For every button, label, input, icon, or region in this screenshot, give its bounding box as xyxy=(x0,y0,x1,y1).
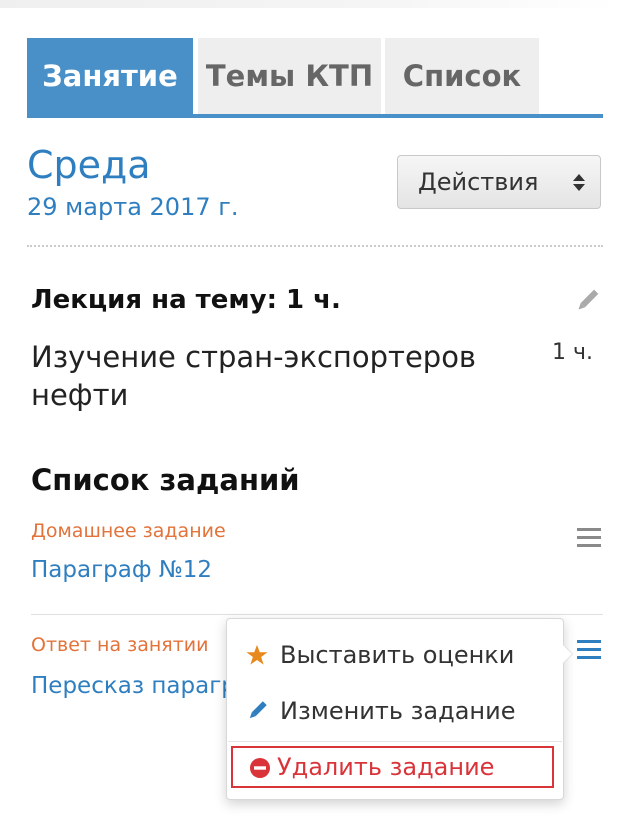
edit-task-menu-item[interactable]: Изменить задание xyxy=(228,689,562,733)
tab-list[interactable]: Список xyxy=(385,38,539,114)
set-grades-menu-item[interactable]: Выставить оценки xyxy=(228,633,562,677)
hamburger-menu-icon[interactable] xyxy=(577,528,601,548)
lecture-title: Лекция на тему: 1 ч. xyxy=(31,285,341,315)
edit-task-label: Изменить задание xyxy=(280,697,516,725)
star-icon xyxy=(246,644,268,665)
task-type: Домашнее задание xyxy=(31,520,226,542)
dropdown-pointer xyxy=(562,644,572,664)
top-shade xyxy=(0,0,618,8)
actions-button-label: Действия xyxy=(418,168,539,196)
lecture-hours: 1 ч. xyxy=(552,340,593,365)
tab-underline xyxy=(27,114,603,118)
delete-task-label: Удалить задание xyxy=(277,753,495,781)
task-name-link[interactable]: Параграф №12 xyxy=(31,554,212,586)
day-of-week: Среда xyxy=(27,143,151,187)
task-separator xyxy=(31,614,603,615)
task-name-link[interactable]: Пересказ параграфа xyxy=(31,670,231,702)
sort-caret-icon xyxy=(573,174,585,191)
dropdown-divider xyxy=(228,741,562,742)
pencil-icon xyxy=(249,701,267,719)
minus-circle-icon xyxy=(250,758,270,778)
section-divider xyxy=(27,245,603,247)
edit-pencil-icon[interactable] xyxy=(574,288,600,314)
delete-task-menu-item[interactable]: Удалить задание xyxy=(231,746,554,788)
hamburger-menu-icon[interactable] xyxy=(577,640,601,660)
task-type: Ответ на занятии xyxy=(31,634,209,656)
tab-ktp-topics[interactable]: Темы КТП xyxy=(198,38,381,114)
actions-button[interactable]: Действия xyxy=(397,155,601,209)
lesson-date: 29 марта 2017 г. xyxy=(27,193,239,221)
tasks-title: Список заданий xyxy=(31,463,300,497)
tab-bar: Занятие Темы КТП Список xyxy=(27,38,603,118)
set-grades-label: Выставить оценки xyxy=(280,641,515,669)
task-actions-dropdown: Выставить оценки Изменить задание Удалит… xyxy=(226,618,564,800)
lecture-topic: Изучение стран-экспортеров нефти xyxy=(31,340,477,412)
tab-lesson[interactable]: Занятие xyxy=(27,38,193,114)
